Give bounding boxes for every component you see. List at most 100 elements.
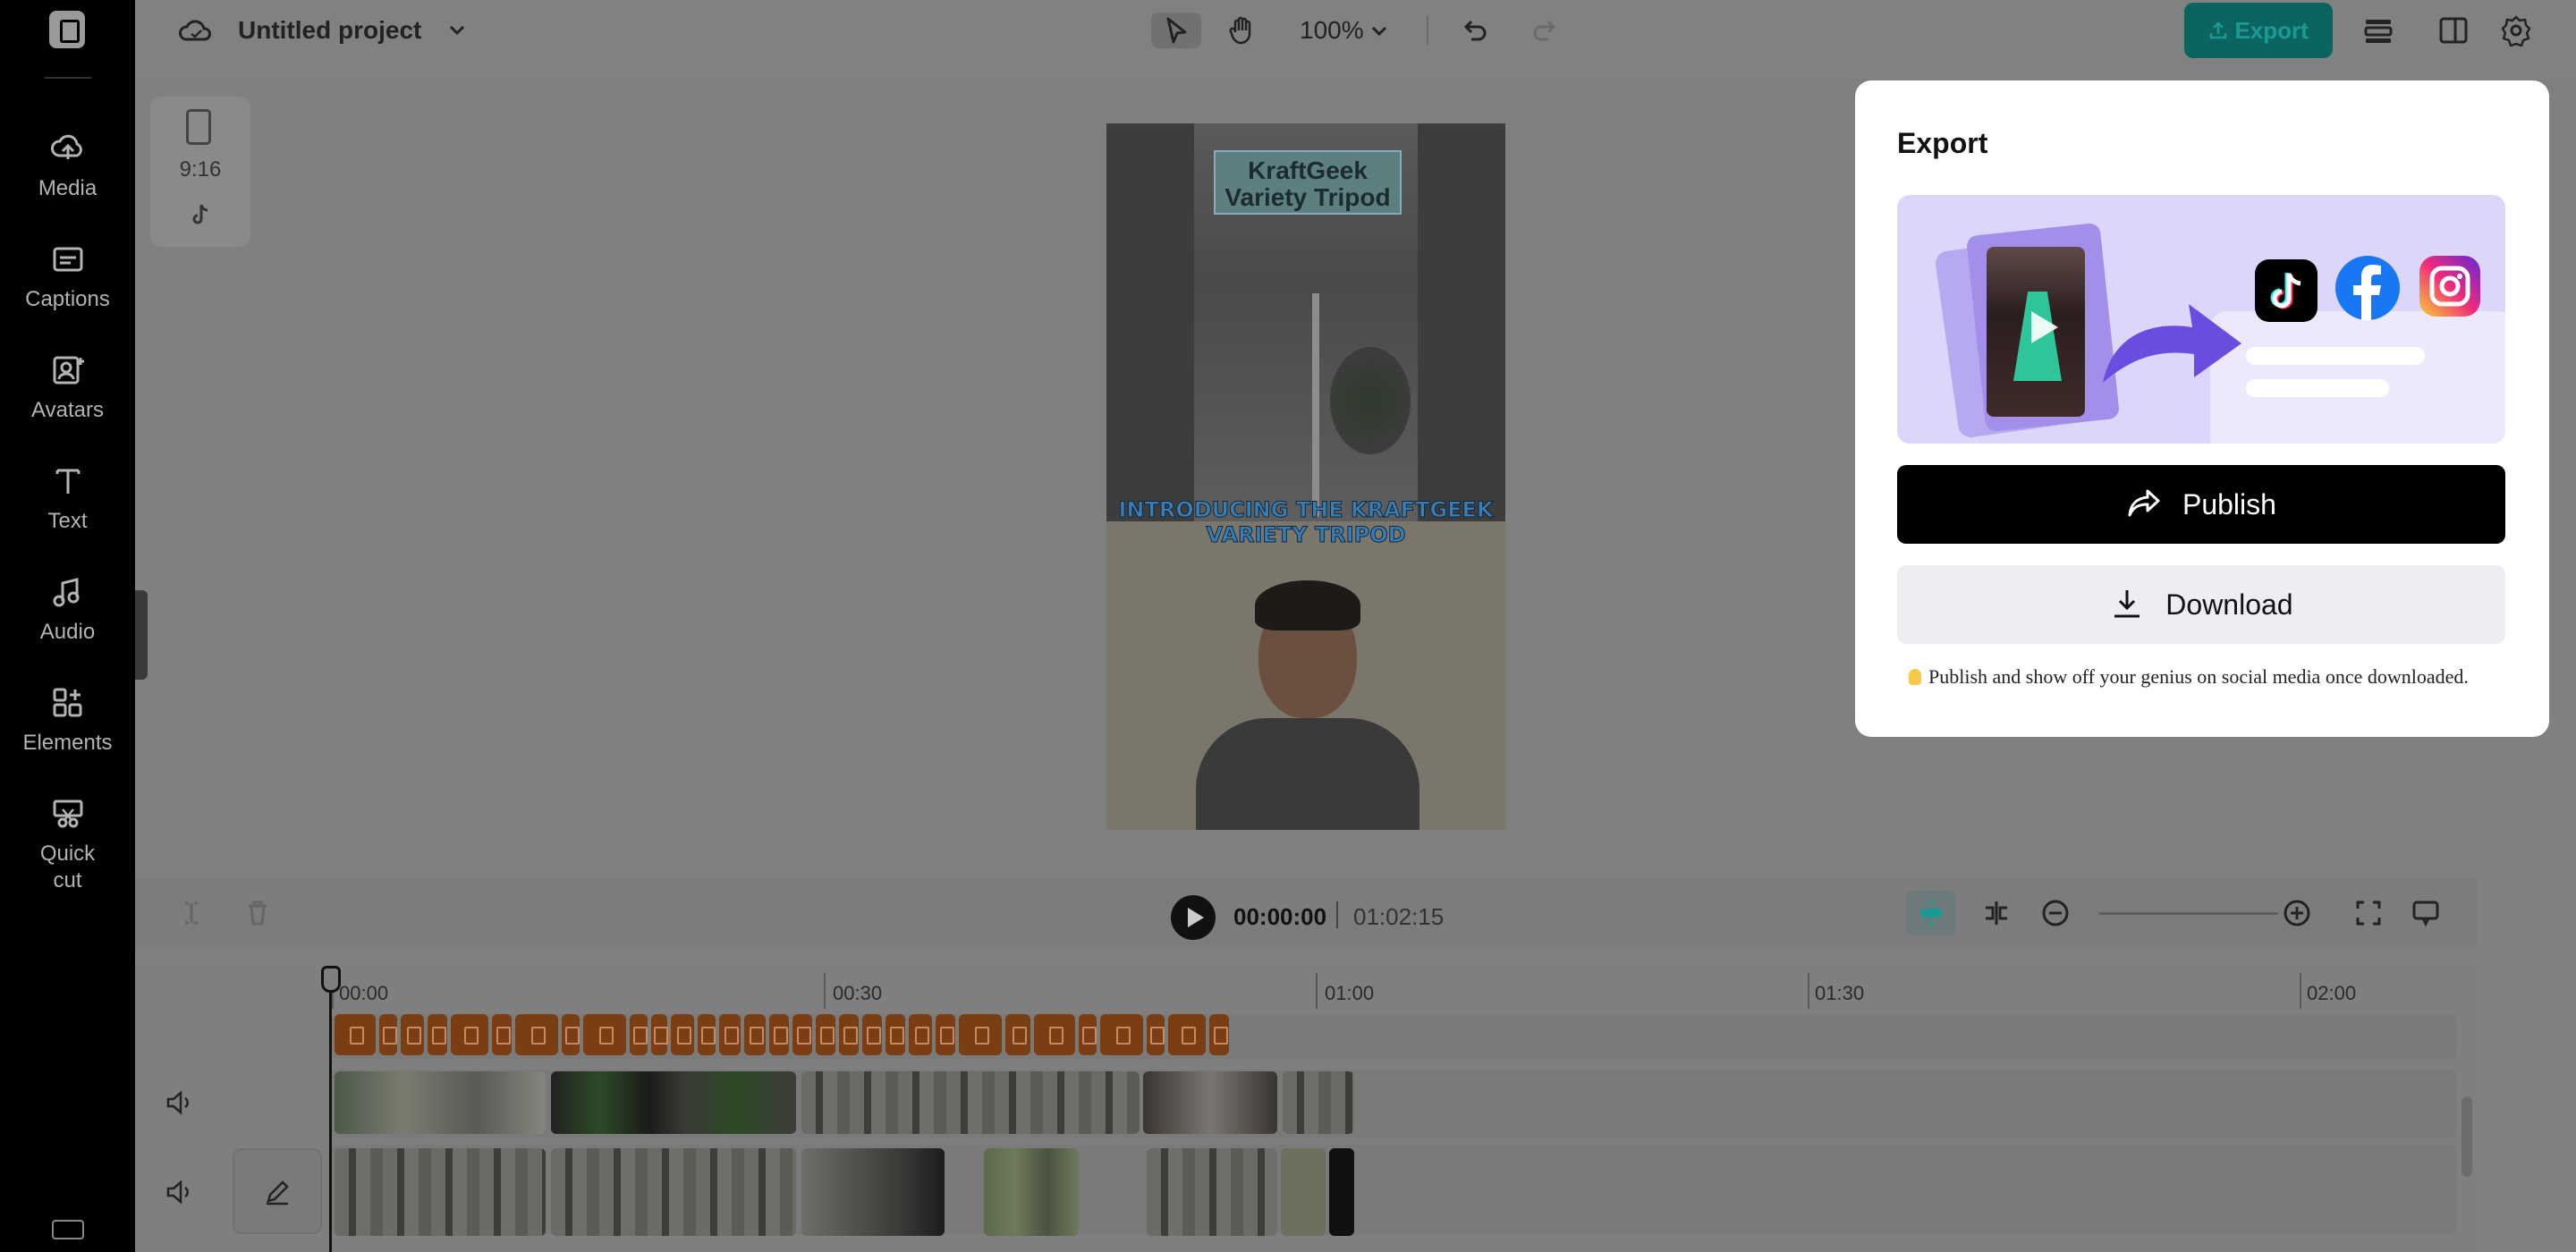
illustration-line: [2246, 379, 2389, 397]
caption-clip[interactable]: [936, 1014, 955, 1055]
caption-clip[interactable]: [492, 1014, 512, 1055]
video-clip[interactable]: [1283, 1071, 1354, 1134]
app-logo[interactable]: [49, 11, 85, 48]
chevron-down-icon[interactable]: [1368, 20, 1391, 43]
panel-toggle-button[interactable]: [2428, 13, 2479, 48]
caption-clip[interactable]: [1147, 1014, 1165, 1055]
sidebar-item-audio[interactable]: Audio: [0, 574, 135, 646]
video-clip[interactable]: [335, 1148, 546, 1236]
feedback-icon[interactable]: [2411, 898, 2441, 928]
playhead[interactable]: [329, 968, 332, 1252]
caption-clip[interactable]: [744, 1014, 766, 1055]
caption-clip[interactable]: [1168, 1014, 1206, 1055]
time-divider: [1336, 901, 1338, 928]
download-button[interactable]: Download: [1897, 565, 2505, 644]
layers-button[interactable]: [2353, 13, 2403, 48]
caption-clip[interactable]: [562, 1014, 580, 1055]
caption-clip[interactable]: [1034, 1014, 1075, 1055]
caption-clip[interactable]: [909, 1014, 932, 1055]
caption-clip[interactable]: [379, 1014, 397, 1055]
video-clip[interactable]: [1147, 1148, 1277, 1236]
playhead-handle[interactable]: [321, 966, 341, 993]
video-clip[interactable]: [335, 1071, 546, 1134]
caption-clip[interactable]: [428, 1014, 447, 1055]
export-panel-title: Export: [1897, 127, 1988, 159]
caption-clip[interactable]: [816, 1014, 835, 1055]
caption-clip[interactable]: [719, 1014, 741, 1055]
select-tool-button[interactable]: [1151, 13, 1201, 48]
sidebar-item-captions[interactable]: Captions: [0, 241, 135, 313]
play-button[interactable]: [1171, 895, 1216, 940]
video-clip[interactable]: [984, 1148, 1079, 1236]
timeline-zoom-slider[interactable]: [2099, 912, 2278, 915]
gear-icon: [2501, 15, 2531, 47]
speaker-icon[interactable]: [165, 1089, 195, 1116]
split-icon[interactable]: [176, 898, 207, 928]
video-preview[interactable]: KraftGeek Variety Tripod INTRODUCING THE…: [1106, 123, 1505, 830]
fullscreen-icon[interactable]: [2353, 898, 2384, 928]
caption-clip[interactable]: [769, 1014, 789, 1055]
sidebar-collapse-handle[interactable]: [135, 590, 148, 680]
caption-clip[interactable]: [651, 1014, 668, 1055]
sidebar-item-text[interactable]: Text: [0, 463, 135, 535]
export-tip: Publish and show off your genius on soci…: [1909, 665, 2469, 689]
video-clip[interactable]: [551, 1148, 796, 1236]
caption-clip[interactable]: [671, 1014, 694, 1055]
video-clip[interactable]: [801, 1148, 945, 1236]
edit-track-button[interactable]: [233, 1148, 322, 1234]
split-view-icon[interactable]: [1981, 898, 2012, 928]
caption-clip[interactable]: [401, 1014, 424, 1055]
caption-clip[interactable]: [792, 1014, 812, 1055]
caption-clip[interactable]: [959, 1014, 1002, 1055]
sidebar-item-media[interactable]: Media: [0, 131, 135, 202]
undo-button[interactable]: [1450, 13, 1500, 48]
caption-clip[interactable]: [862, 1014, 882, 1055]
social-share-illustration: [1897, 195, 2505, 444]
caption-clip[interactable]: [630, 1014, 648, 1055]
video-clip[interactable]: [1329, 1148, 1354, 1236]
caption-clip[interactable]: [839, 1014, 859, 1055]
publish-button[interactable]: Publish: [1897, 465, 2505, 544]
hand-tool-button[interactable]: [1217, 13, 1267, 48]
caption-clip[interactable]: [451, 1014, 488, 1055]
settings-button[interactable]: [2491, 13, 2541, 48]
speaker-icon[interactable]: [165, 1179, 195, 1205]
tiktok-icon: [192, 204, 208, 224]
sidebar-item-elements[interactable]: Elements: [0, 685, 135, 757]
video-clip[interactable]: [1281, 1148, 1326, 1236]
share-icon: [2128, 489, 2160, 517]
snap-toggle-button[interactable]: [1906, 891, 1956, 935]
zoom-out-icon[interactable]: [2040, 898, 2071, 928]
left-sidebar: Media Captions Avatars Text Audio Elemen…: [0, 0, 135, 1252]
project-title[interactable]: Untitled project: [238, 16, 421, 45]
caption-clip[interactable]: [698, 1014, 716, 1055]
keyboard-shortcuts-icon[interactable]: [52, 1220, 84, 1239]
elements-icon: [53, 688, 81, 717]
video-clip[interactable]: [1143, 1071, 1277, 1134]
video-clip[interactable]: [551, 1071, 796, 1134]
caption-clip[interactable]: [583, 1014, 626, 1055]
caption-clip[interactable]: [1079, 1014, 1097, 1055]
caption-clip[interactable]: [335, 1014, 376, 1055]
export-button[interactable]: Export: [2184, 3, 2333, 58]
sidebar-item-label: Quick cut: [39, 842, 96, 892]
redo-button[interactable]: [1520, 13, 1570, 48]
caption-clip[interactable]: [1209, 1014, 1229, 1055]
publish-button-label: Publish: [2182, 488, 2276, 520]
sidebar-item-quick-cut[interactable]: Quick cut: [0, 796, 135, 894]
caption-clip[interactable]: [1005, 1014, 1030, 1055]
aspect-ratio-selector[interactable]: 9:16: [150, 97, 250, 247]
video-clip[interactable]: [801, 1071, 1140, 1134]
timeline-scrollbar[interactable]: [2462, 1096, 2472, 1177]
zoom-in-icon[interactable]: [2282, 898, 2312, 928]
caption-clip[interactable]: [515, 1014, 558, 1055]
cloud-sync-icon[interactable]: [178, 16, 214, 45]
trash-icon[interactable]: [242, 898, 273, 928]
caption-clip[interactable]: [886, 1014, 905, 1055]
total-duration: 01:02:15: [1353, 903, 1445, 930]
zoom-level[interactable]: 100%: [1300, 16, 1364, 45]
caption-clip[interactable]: [1100, 1014, 1143, 1055]
top-toolbar: Untitled project 100% Export: [135, 0, 2576, 79]
sidebar-item-avatars[interactable]: Avatars: [0, 352, 135, 424]
chevron-down-icon[interactable]: [445, 18, 470, 43]
